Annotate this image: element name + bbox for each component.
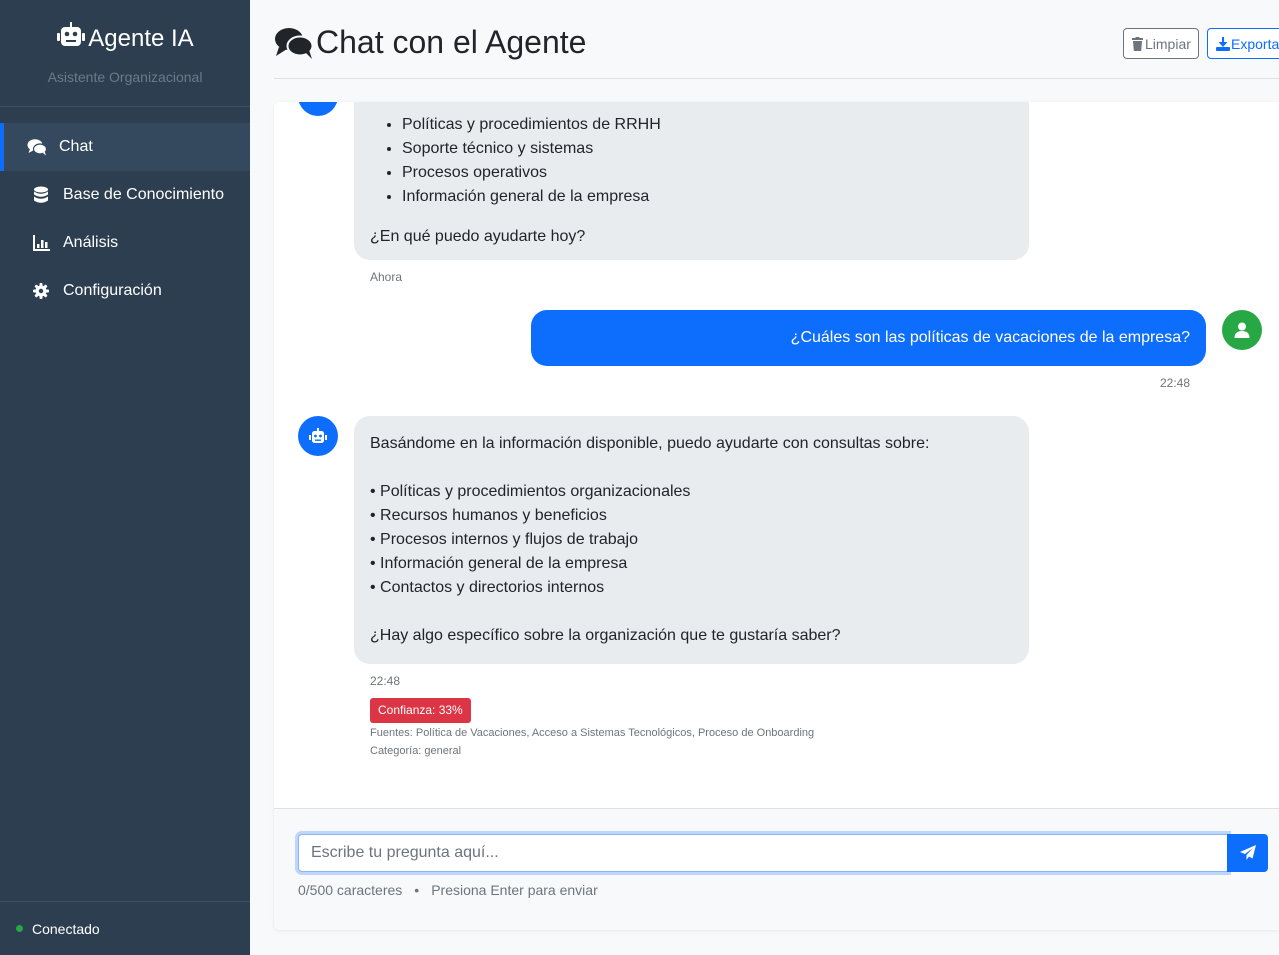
main: Chat con el Agente Limpiar Exportar • Po… [274,0,1279,955]
list-item: Soporte técnico y sistemas [402,137,1013,161]
page-title: Chat con el Agente [274,24,586,61]
brand: Agente IA Asistente Organizacional [0,0,250,107]
header: Chat con el Agente Limpiar Exportar [274,0,1279,79]
list-item: Información general de la empresa [402,185,1013,209]
list-item: • Información general de la empresa [370,555,628,572]
brand-subtitle: Asistente Organizacional [47,69,203,85]
enter-hint: Presiona Enter para enviar [431,882,598,898]
bot-message-reply: Basándome en la información disponible, … [354,416,1029,664]
sidebar-item-label: Análisis [63,234,119,251]
character-counter: 0/500 caracteres [298,882,403,898]
sidebar-item-label: Base de Conocimiento [63,186,224,203]
user-icon [1234,322,1250,338]
sidebar-item-label: Configuración [63,282,162,299]
brand-title: Agente IA [0,22,250,55]
sources-text: Fuentes: Política de Vacaciones, Acceso … [370,727,815,739]
download-icon [1216,36,1230,51]
list-item: • Políticas y procedimientos organizacio… [370,483,691,500]
list-item: • Recursos humanos y beneficios [370,507,607,524]
connection-status: Conectado [0,901,250,955]
send-button[interactable] [1227,834,1268,872]
chat-panel: Políticas y procedimientos de RRHH Sopor… [274,102,1279,930]
comments-icon [27,137,47,157]
bot-message-welcome: Políticas y procedimientos de RRHH Sopor… [354,102,1029,260]
user-avatar [1222,310,1262,350]
confidence-badge: Confianza: 33% [370,698,471,723]
clear-button[interactable]: Limpiar [1123,28,1199,59]
reply-intro: Basándome en la información disponible, … [370,435,930,452]
clear-label: Limpiar [1145,35,1191,52]
gear-icon [31,281,51,301]
reply-question: ¿Hay algo específico sobre la organizaci… [370,627,841,644]
list-item: Procesos operativos [402,161,1013,185]
chart-icon [31,233,51,253]
list-item: Políticas y procedimientos de RRHH [402,113,1013,137]
welcome-closing: ¿En qué puedo ayudarte hoy? [370,228,586,245]
message-timestamp: 22:48 [370,674,401,688]
message-timestamp: 22:48 [1160,376,1191,390]
user-message-text: ¿Cuáles son las políticas de vacaciones … [790,329,1190,346]
bot-avatar [298,416,338,456]
sidebar-item-settings[interactable]: Configuración [0,267,250,315]
paper-plane-icon [1239,845,1256,861]
sidebar-item-knowledge-base[interactable]: Base de Conocimiento [0,171,250,219]
robot-icon [309,428,327,444]
list-item: • Contactos y directorios internos [370,579,605,596]
sidebar-nav: Chat Base de Conocimiento Análisis Confi… [0,123,250,315]
input-area: 0/500 caracteres • Presiona Enter para e… [274,808,1279,930]
brand-name: Agente IA [88,24,194,52]
database-icon [31,185,51,205]
input-hints: 0/500 caracteres • Presiona Enter para e… [298,882,598,898]
export-label: Exportar [1231,35,1279,52]
hint-separator: • [414,882,420,898]
robot-icon [56,22,86,55]
bot-avatar [298,102,338,116]
sidebar-item-analysis[interactable]: Análisis [0,219,250,267]
export-button[interactable]: Exportar [1207,28,1279,59]
status-label: Conectado [32,920,100,937]
sidebar: Agente IA Asistente Organizacional Chat [0,0,250,955]
user-message: ¿Cuáles son las políticas de vacaciones … [531,310,1206,366]
sidebar-item-chat[interactable]: Chat [0,123,250,171]
welcome-topic-list: Políticas y procedimientos de RRHH Sopor… [370,113,1013,209]
reply-bullets: • Políticas y procedimientos organizacio… [370,480,1013,600]
list-item: • Procesos internos y flujos de trabajo [370,531,638,548]
sidebar-item-label: Chat [59,138,93,155]
message-list[interactable]: Políticas y procedimientos de RRHH Sopor… [274,102,1279,808]
message-timestamp: Ahora [370,270,403,284]
trash-icon [1132,36,1143,51]
status-dot-icon [16,925,23,932]
comments-icon [274,26,314,60]
page-title-text: Chat con el Agente [316,24,587,60]
question-input[interactable] [298,834,1228,872]
category-text: Categoría: general [370,745,462,757]
